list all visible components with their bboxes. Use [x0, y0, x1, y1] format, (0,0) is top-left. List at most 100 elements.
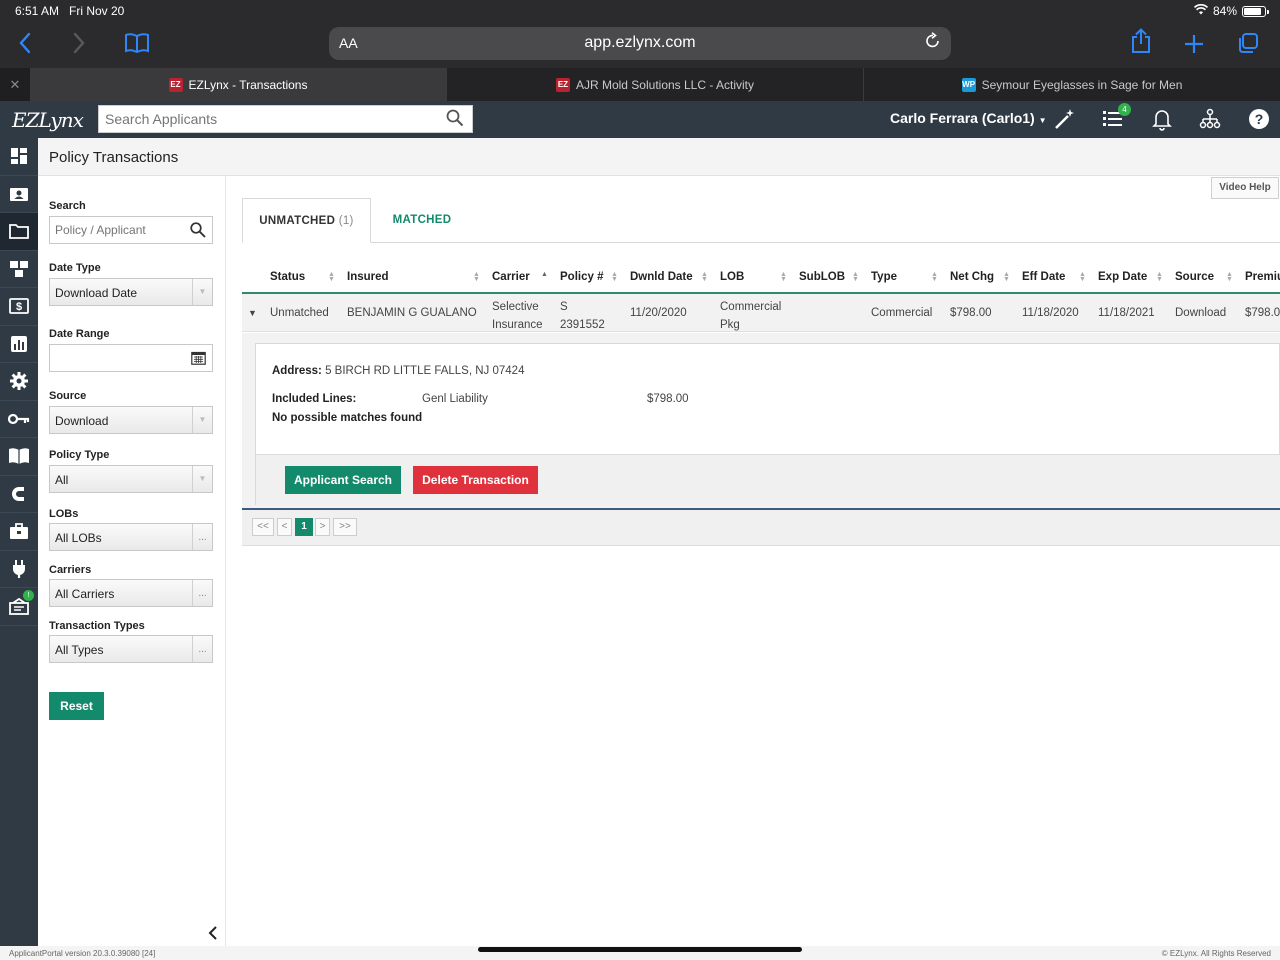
col-status[interactable]: Status: [270, 271, 305, 283]
sort-icon[interactable]: ▲ ▼: [1226, 271, 1233, 283]
browser-tab-transactions[interactable]: EZ EZLynx - Transactions: [30, 68, 446, 101]
rail-dashboard[interactable]: [0, 138, 38, 176]
bar-chart-icon: [11, 335, 27, 352]
magic-wand-icon[interactable]: [1053, 107, 1079, 133]
rail-settings[interactable]: [0, 363, 38, 401]
pager-current-page[interactable]: 1: [295, 518, 313, 536]
col-source[interactable]: Source: [1175, 271, 1214, 283]
rail-reports[interactable]: [0, 326, 38, 363]
tab-unmatched[interactable]: UNMATCHED (1): [242, 198, 371, 243]
pager-last[interactable]: >>: [333, 518, 357, 536]
date-type-label: Date Type: [49, 262, 101, 274]
applicant-search-button[interactable]: Applicant Search: [285, 466, 401, 494]
cell-lob-line2: Pkg: [720, 319, 740, 331]
sort-icon[interactable]: ▲ ▼: [611, 271, 618, 283]
sort-icon[interactable]: ▲ ▼: [328, 271, 335, 283]
row-detail-card: Address: 5 BIRCH RD LITTLE FALLS, NJ 074…: [255, 343, 1280, 505]
rail-policies[interactable]: [0, 213, 38, 251]
sort-icon[interactable]: ▲ ▼: [701, 271, 708, 283]
col-lob[interactable]: LOB: [720, 271, 744, 283]
search-icon[interactable]: [190, 222, 206, 241]
pager-prev[interactable]: <: [277, 518, 292, 536]
tabs-overview-icon[interactable]: [1231, 28, 1265, 62]
col-eff-date[interactable]: Eff Date: [1022, 271, 1065, 283]
transaction-types-value: All Types: [55, 643, 104, 657]
col-carrier[interactable]: Carrier: [492, 271, 530, 283]
search-icon[interactable]: [446, 109, 464, 132]
forward-icon[interactable]: [62, 28, 96, 62]
safari-toolbar: AA app.ezlynx.com: [0, 22, 1280, 68]
delete-transaction-button[interactable]: Delete Transaction: [413, 466, 538, 494]
date-range-field[interactable]: [49, 344, 213, 372]
date-type-select[interactable]: Download Date ▼: [49, 278, 213, 306]
bell-icon[interactable]: [1150, 107, 1176, 133]
sort-icon[interactable]: ▲ ▼: [1003, 271, 1010, 283]
sort-icon[interactable]: ▲ ▼: [931, 271, 938, 283]
sort-icon[interactable]: ▲ ▼: [1079, 271, 1086, 283]
source-select[interactable]: Download ▼: [49, 406, 213, 434]
filters-panel: Search Date Type Download Date ▼ Date Ra…: [38, 176, 226, 946]
collapse-row-icon[interactable]: ▼: [248, 308, 257, 318]
more-options-icon: ...: [192, 636, 212, 662]
new-tab-icon[interactable]: [1177, 28, 1211, 62]
close-tab-icon[interactable]: ✕: [0, 68, 30, 101]
col-sublob[interactable]: SubLOB: [799, 271, 845, 283]
col-download-date[interactable]: Dwnld Date: [630, 271, 693, 283]
rail-integrations[interactable]: [0, 551, 38, 588]
reset-button[interactable]: Reset: [49, 692, 104, 720]
applicant-search-input[interactable]: [99, 106, 429, 132]
col-policy-number[interactable]: Policy #: [560, 271, 603, 283]
rail-library[interactable]: [0, 438, 38, 476]
video-help-button[interactable]: Video Help: [1211, 177, 1279, 199]
col-premium[interactable]: Premiu: [1245, 271, 1280, 283]
policy-type-select[interactable]: All ▼: [49, 465, 213, 493]
col-insured[interactable]: Insured: [347, 271, 389, 283]
pager-first[interactable]: <<: [252, 518, 274, 536]
sort-icon[interactable]: ▲ ▼: [1156, 271, 1163, 283]
carriers-select[interactable]: All Carriers ...: [49, 579, 213, 607]
user-menu[interactable]: Carlo Ferrara (Carlo1) ▼: [890, 110, 1047, 126]
rail-magnet[interactable]: [0, 476, 38, 513]
lobs-select[interactable]: All LOBs ...: [49, 523, 213, 551]
browser-tab-activity[interactable]: EZ AJR Mold Solutions LLC - Activity: [446, 68, 863, 101]
rail-comparative-rater[interactable]: [0, 251, 38, 288]
ezlynx-logo[interactable]: EZLynx: [12, 108, 84, 132]
col-exp-date[interactable]: Exp Date: [1098, 271, 1147, 283]
tab-matched[interactable]: MATCHED: [372, 198, 472, 243]
table-row[interactable]: ▼ Unmatched BENJAMIN G GUALANO Selective…: [242, 294, 1280, 332]
sort-icon[interactable]: ▲ ▼: [473, 271, 480, 283]
task-list-icon[interactable]: 4: [1101, 103, 1131, 133]
address-bar[interactable]: AA app.ezlynx.com: [329, 27, 951, 60]
rail-briefcase[interactable]: [0, 513, 38, 551]
rail-certificates[interactable]: !: [0, 588, 38, 626]
share-icon[interactable]: [1124, 28, 1158, 62]
sort-icon[interactable]: ▲ ▼: [852, 271, 859, 283]
col-net-change[interactable]: Net Chg: [950, 271, 994, 283]
help-icon[interactable]: ?: [1247, 107, 1273, 133]
chevron-down-icon: ▼: [1038, 116, 1047, 125]
org-chart-icon[interactable]: [1198, 107, 1224, 133]
page-title: Policy Transactions: [49, 149, 179, 166]
browser-tab-eyeglasses[interactable]: WP Seymour Eyeglasses in Sage for Men: [863, 68, 1280, 101]
detail-address: Address: 5 BIRCH RD LITTLE FALLS, NJ 074…: [272, 365, 524, 377]
detail-address-label: Address:: [272, 365, 322, 377]
rail-accounting[interactable]: $: [0, 288, 38, 326]
collapse-panel-icon[interactable]: [208, 926, 218, 943]
rail-keys[interactable]: [0, 401, 38, 438]
sort-icon[interactable]: ▲ ▼: [780, 271, 787, 283]
more-options-icon: ...: [192, 580, 212, 606]
col-type[interactable]: Type: [871, 271, 897, 283]
back-icon[interactable]: [8, 28, 42, 62]
briefcase-icon: [10, 523, 28, 540]
pager-next[interactable]: >: [315, 518, 330, 536]
bookmarks-icon[interactable]: [120, 28, 154, 62]
user-name-label: Carlo Ferrara (Carlo1): [890, 110, 1035, 126]
calendar-icon[interactable]: [191, 351, 206, 368]
transaction-types-select[interactable]: All Types ...: [49, 635, 213, 663]
row-detail-panel: Address: 5 BIRCH RD LITTLE FALLS, NJ 074…: [242, 333, 1280, 510]
rail-contacts[interactable]: [0, 176, 38, 213]
version-text: ApplicantPortal version 20.3.0.39080 [24…: [9, 949, 156, 958]
reload-icon[interactable]: [925, 32, 941, 55]
policy-search-input[interactable]: [50, 217, 180, 243]
sort-asc-icon[interactable]: ▲: [541, 271, 548, 278]
